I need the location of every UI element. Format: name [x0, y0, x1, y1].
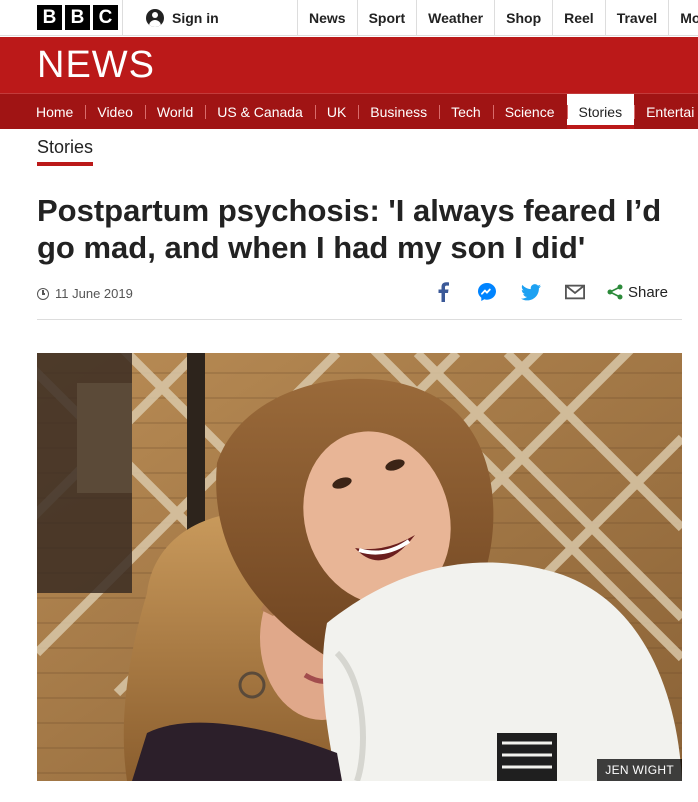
article-headline: Postpartum psychosis: 'I always feared I…	[37, 193, 662, 265]
news-masthead: NEWS	[0, 37, 698, 93]
top-nav-shop[interactable]: Shop	[494, 0, 552, 36]
top-nav-more[interactable]: Mor	[668, 0, 698, 36]
share-label: Share	[627, 283, 668, 301]
article-date: 11 June 2019	[37, 286, 133, 301]
twitter-icon[interactable]	[520, 282, 541, 302]
article-meta-bar: 11 June 2019 Share	[37, 276, 682, 320]
section-nav-entertainment[interactable]: Entertai	[634, 94, 698, 129]
top-bar: B B C Sign in News Sport Weather Shop Re…	[0, 0, 698, 36]
user-icon	[146, 9, 164, 27]
facebook-icon[interactable]	[433, 282, 453, 302]
section-nav-business[interactable]: Business	[358, 94, 439, 129]
section-nav: Home Video World US & Canada UK Business…	[0, 93, 698, 129]
section-label[interactable]: Stories	[37, 137, 94, 166]
image-credit: JEN WIGHT	[597, 759, 682, 781]
section-nav-us-canada[interactable]: US & Canada	[205, 94, 315, 129]
bbc-logo-letter: C	[93, 5, 118, 30]
sign-in-label: Sign in	[172, 10, 219, 26]
article-hero-image: JEN WIGHT	[37, 353, 682, 781]
share-icon	[607, 284, 623, 300]
top-nav-sport[interactable]: Sport	[356, 0, 417, 36]
section-nav-video[interactable]: Video	[85, 94, 145, 129]
section-nav-tech[interactable]: Tech	[439, 94, 493, 129]
top-nav: News Sport Weather Shop Reel Travel Mor	[297, 0, 698, 36]
news-logo[interactable]: NEWS	[37, 44, 155, 87]
top-nav-reel[interactable]: Reel	[552, 0, 605, 36]
bbc-logo-letter: B	[65, 5, 90, 30]
section-nav-world[interactable]: World	[144, 94, 205, 129]
bbc-logo[interactable]: B B C	[37, 5, 118, 30]
share-button[interactable]: Share	[607, 284, 668, 301]
sign-in-button[interactable]: Sign in	[122, 0, 219, 36]
clock-icon	[37, 287, 49, 300]
top-nav-news[interactable]: News	[297, 0, 357, 36]
section-nav-stories[interactable]: Stories	[566, 94, 635, 129]
section-nav-science[interactable]: Science	[492, 94, 567, 129]
bbc-logo-letter: B	[37, 5, 62, 30]
email-icon[interactable]	[564, 282, 585, 302]
share-tools: Share	[409, 282, 668, 302]
photo-two-women-embracing	[37, 353, 682, 781]
section-nav-home[interactable]: Home	[24, 94, 85, 129]
date-text: 11 June 2019	[55, 286, 133, 301]
messenger-icon[interactable]	[477, 282, 497, 302]
top-nav-travel[interactable]: Travel	[604, 0, 668, 36]
top-nav-weather[interactable]: Weather	[416, 0, 494, 36]
section-nav-uk[interactable]: UK	[314, 94, 358, 129]
